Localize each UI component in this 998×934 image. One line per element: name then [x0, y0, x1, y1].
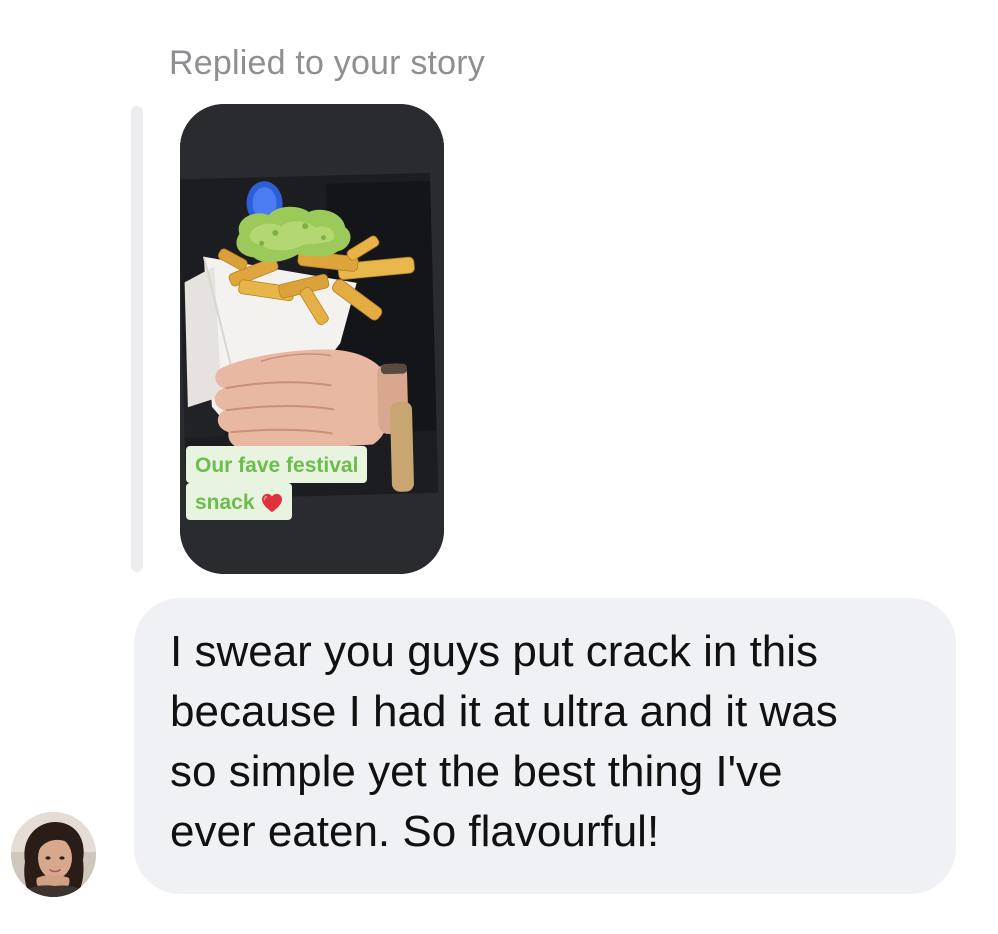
message-bubble[interactable]: I swear you guys put crack in this becau… [134, 598, 956, 894]
sticker-line-2-wrap: snack [186, 483, 292, 520]
replied-to-story-label: Replied to your story [169, 44, 486, 82]
sender-avatar[interactable] [11, 812, 96, 897]
profile-photo [11, 812, 96, 897]
dm-thread: Replied to your story Our fave festival … [0, 0, 998, 934]
story-text-sticker: Our fave festival snack [186, 446, 368, 520]
reply-quote-bar [131, 106, 143, 572]
sticker-line-2: snack [195, 491, 255, 514]
heart-emoji-icon [261, 493, 282, 512]
sticker-line-1: Our fave festival [186, 446, 368, 483]
story-thumbnail[interactable]: Our fave festival snack [180, 104, 444, 574]
message-text: I swear you guys put crack in this becau… [170, 627, 838, 856]
